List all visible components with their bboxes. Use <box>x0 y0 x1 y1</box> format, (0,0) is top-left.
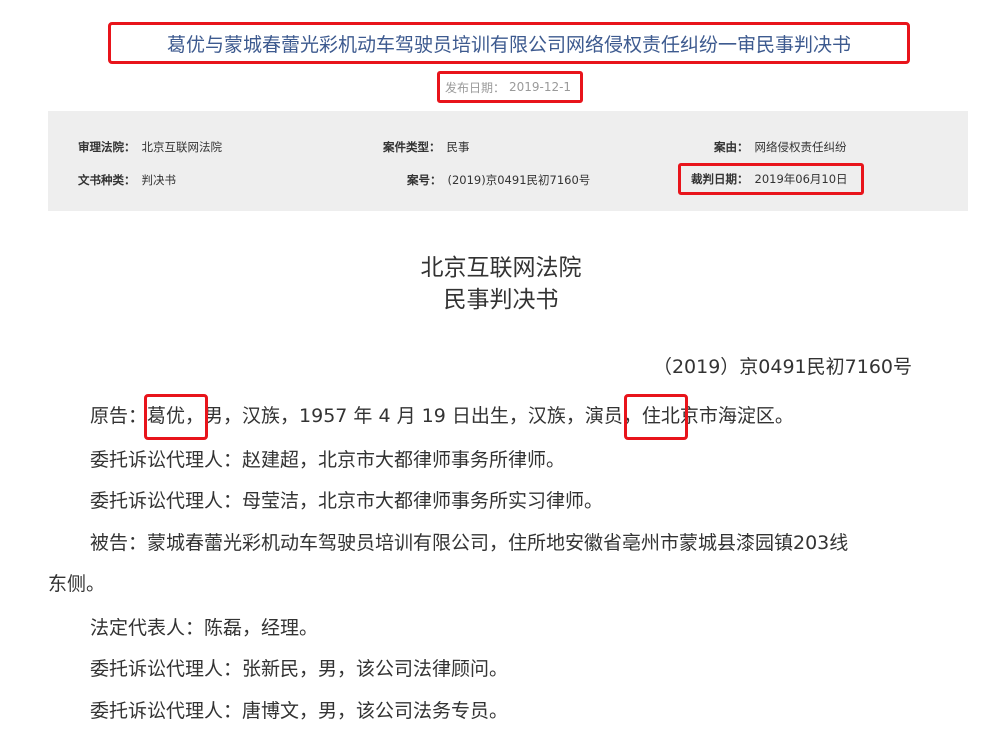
occupation-highlight-box <box>624 394 688 440</box>
title-highlight-box: 葛优与蒙城春蕾光彩机动车驾驶员培训有限公司网络侵权责任纠纷一审民事判决书 <box>108 22 910 64</box>
plaintiff-agent-1: 委托诉讼代理人：赵建超，北京市大都律师事务所律师。 <box>90 449 566 471</box>
plaintiff-details: ，男，汉族，1957 年 4 月 19 日出生，汉族， <box>185 405 585 427</box>
doc-type-label: 文书种类： <box>78 173 136 187</box>
publish-date-highlight-box: 发布日期： 2019-12-1 <box>437 71 583 103</box>
case-no-field: 案号： (2019)京0491民初7160号 <box>407 172 590 188</box>
plaintiff-name-highlight-box <box>144 394 208 440</box>
defendant-agent-2: 委托诉讼代理人：唐博文，男，该公司法务专员。 <box>90 700 509 722</box>
doc-type-value: 判决书 <box>141 173 177 187</box>
case-type-field: 案件类型： 民事 <box>383 139 470 155</box>
court-field: 审理法院： 北京互联网法院 <box>78 139 222 155</box>
court-value: 北京互联网法院 <box>141 140 223 154</box>
judge-date-highlight-box: 裁判日期： 2019年06月10日 <box>678 163 864 195</box>
case-no-label: 案号： <box>407 173 442 187</box>
case-number: （2019）京0491民初7160号 <box>652 356 912 378</box>
judge-date-value: 2019年06月10日 <box>754 172 848 186</box>
defendant-line-1: 被告：蒙城春蕾光彩机动车驾驶员培训有限公司，住所地安徽省亳州市蒙城县漆园镇203… <box>90 532 849 554</box>
case-no-value: (2019)京0491民初7160号 <box>447 173 591 187</box>
case-metadata-panel: 审理法院： 北京互联网法院 案件类型： 民事 案由： 网络侵权责任纠纷 文书种类： 判决… <box>48 111 968 211</box>
publish-date-value: 2019-12-1 <box>508 80 572 94</box>
legal-representative: 法定代表人：陈磊，经理。 <box>90 617 319 639</box>
case-type-label: 案件类型： <box>383 140 441 154</box>
document-heading: 北京互联网法院 民事判决书 <box>0 252 998 316</box>
cause-field: 案由： 网络侵权责任纠纷 <box>714 139 847 155</box>
defendant-line-2: 东侧。 <box>48 573 106 595</box>
plaintiff-occupation: 演员 <box>584 405 623 427</box>
publish-date-label: 发布日期： <box>444 80 505 95</box>
cause-label: 案由： <box>714 140 749 154</box>
cause-value: 网络侵权责任纠纷 <box>754 140 847 154</box>
document-title: 葛优与蒙城春蕾光彩机动车驾驶员培训有限公司网络侵权责任纠纷一审民事判决书 <box>166 33 851 56</box>
defendant-agent-1: 委托诉讼代理人：张新民，男，该公司法律顾问。 <box>90 658 509 680</box>
plaintiff-prefix: 原告： <box>90 405 148 427</box>
court-label: 审理法院： <box>78 140 136 154</box>
case-type-value: 民事 <box>446 140 470 154</box>
court-name: 北京互联网法院 <box>420 255 582 281</box>
plaintiff-agent-2: 委托诉讼代理人：母莹洁，北京市大都律师事务所实习律师。 <box>90 490 604 512</box>
judge-date-label: 裁判日期： <box>691 172 749 186</box>
judgment-title: 民事判决书 <box>443 287 559 313</box>
doc-type-field: 文书种类： 判决书 <box>78 172 176 188</box>
